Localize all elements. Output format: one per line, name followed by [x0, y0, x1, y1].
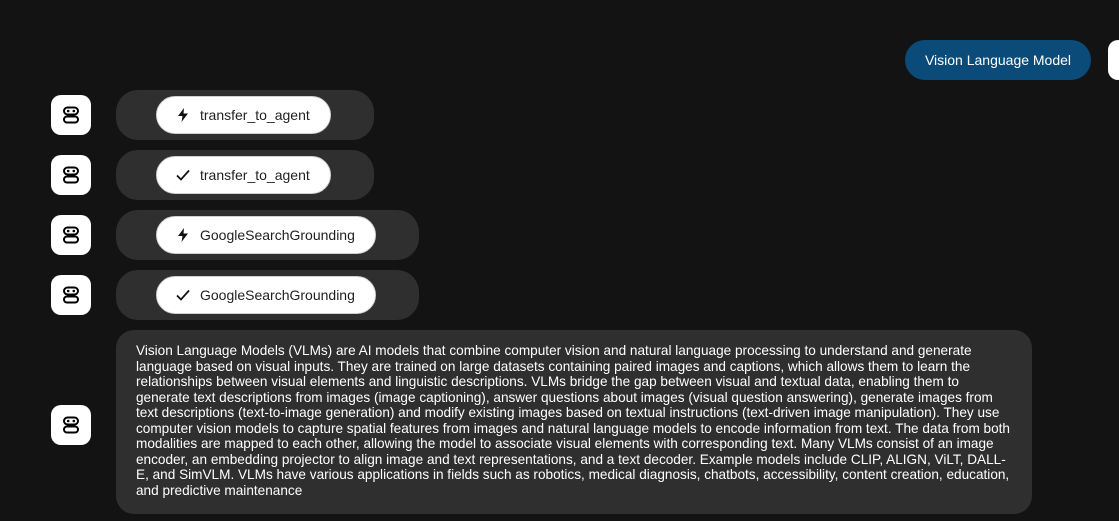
bot-avatar: [51, 155, 91, 195]
bot-avatar: [51, 275, 91, 315]
bolt-icon: [175, 107, 191, 123]
robot-icon: [63, 106, 79, 124]
agent-response-text: Vision Language Models (VLMs) are AI mod…: [136, 343, 1010, 498]
user-message-bubble: Vision Language Model: [905, 40, 1091, 80]
tool-call-label: GoogleSearchGrounding: [200, 227, 355, 243]
bolt-icon: [175, 227, 191, 243]
robot-icon: [63, 166, 79, 184]
robot-icon: [63, 416, 79, 434]
check-icon: [175, 167, 191, 183]
bot-avatar: [51, 95, 91, 135]
tool-call-row: GoogleSearchGrounding: [116, 210, 419, 260]
tool-call-row: GoogleSearchGrounding: [116, 270, 419, 320]
tool-call-row: transfer_to_agent: [116, 90, 374, 140]
check-icon: [175, 287, 191, 303]
agent-response-bubble: Vision Language Models (VLMs) are AI mod…: [116, 330, 1032, 514]
tool-result-chip[interactable]: GoogleSearchGrounding: [156, 276, 376, 314]
chat-window: Vision Language Model transfer_to_agent: [0, 0, 1119, 521]
tool-call-label: transfer_to_agent: [200, 107, 310, 123]
tool-result-chip[interactable]: transfer_to_agent: [156, 156, 331, 194]
tool-call-label: transfer_to_agent: [200, 167, 310, 183]
tool-call-row: transfer_to_agent: [116, 150, 374, 200]
robot-icon: [63, 286, 79, 304]
bot-avatar: [51, 405, 91, 445]
tool-call-chip[interactable]: transfer_to_agent: [156, 96, 331, 134]
bot-avatar: [51, 215, 91, 255]
user-message-text: Vision Language Model: [924, 52, 1072, 68]
tool-call-label: GoogleSearchGrounding: [200, 287, 355, 303]
robot-icon: [63, 226, 79, 244]
user-avatar: [1108, 40, 1119, 80]
tool-call-chip[interactable]: GoogleSearchGrounding: [156, 216, 376, 254]
